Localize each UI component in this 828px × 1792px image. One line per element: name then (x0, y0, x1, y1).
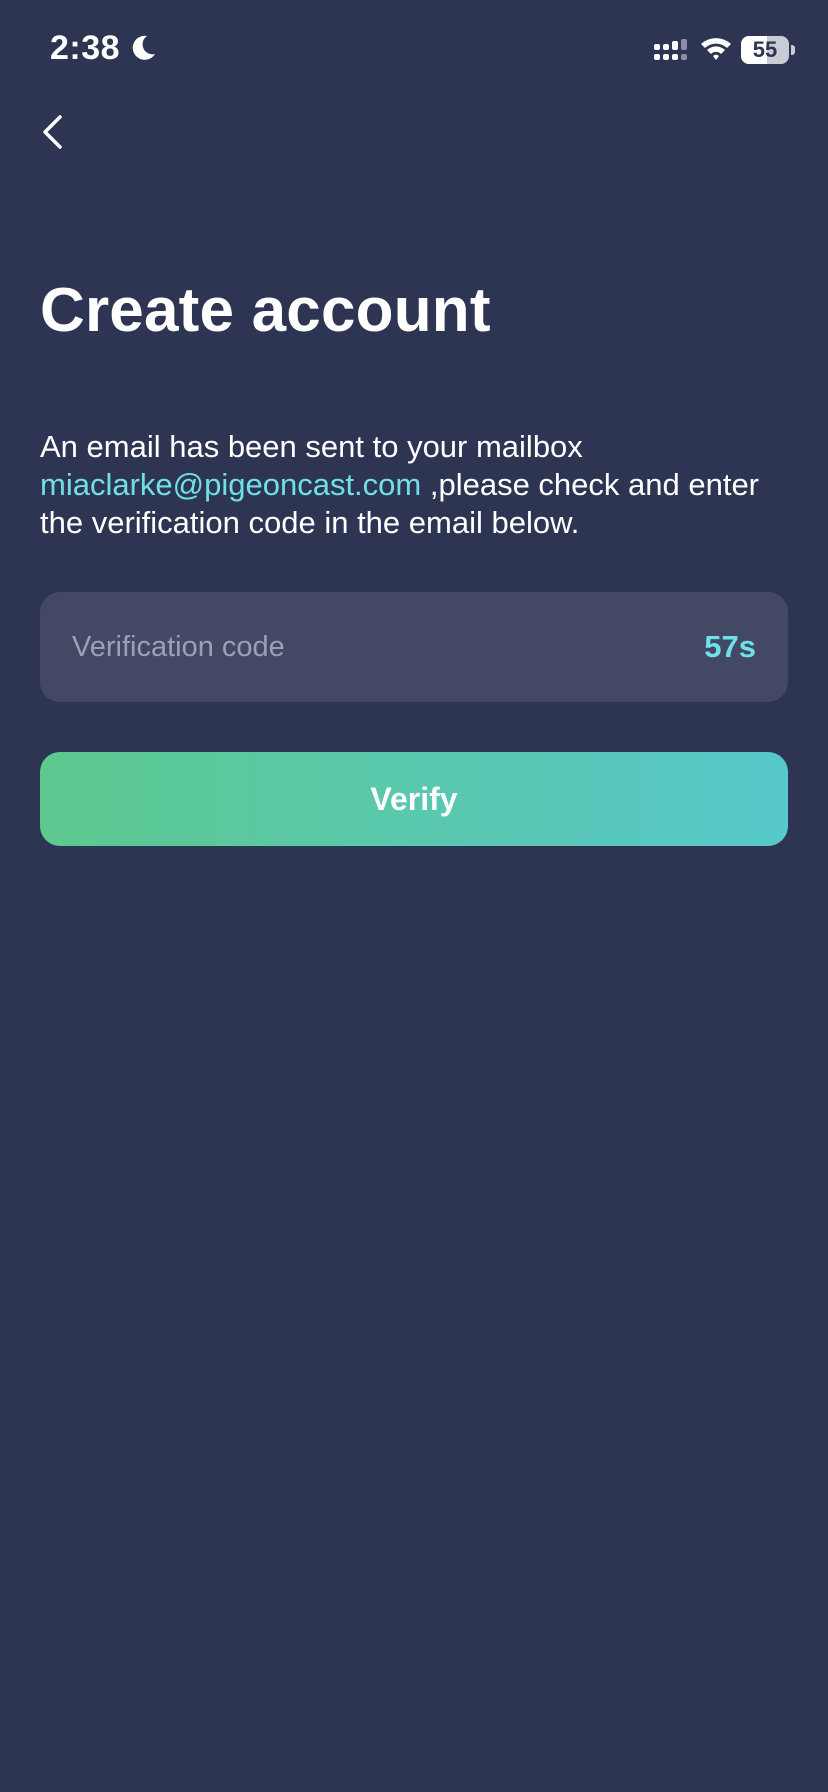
verify-button[interactable]: Verify (40, 752, 788, 846)
resend-countdown[interactable]: 57s (704, 592, 756, 702)
wifi-icon (701, 38, 731, 60)
battery-nub (791, 45, 795, 55)
verification-code-field: 57s (40, 592, 788, 702)
back-button[interactable] (30, 104, 78, 160)
email-address-link[interactable]: miaclarke@pigeoncast.com (40, 467, 421, 502)
moon-icon (132, 35, 155, 60)
battery-level: 55 (752, 37, 778, 62)
page-title: Create account (40, 276, 491, 345)
verification-instructions: An email has been sent to your mailbox m… (40, 428, 800, 542)
status-bar: 2:38 55 (0, 0, 828, 100)
instructions-text-before: An email has been sent to your mailbox (40, 429, 583, 464)
verification-code-input[interactable] (72, 592, 632, 702)
signal-icon (654, 39, 687, 60)
battery-icon: 55 (741, 36, 789, 64)
status-time: 2:38 (50, 29, 121, 67)
chevron-left-icon (43, 115, 62, 149)
